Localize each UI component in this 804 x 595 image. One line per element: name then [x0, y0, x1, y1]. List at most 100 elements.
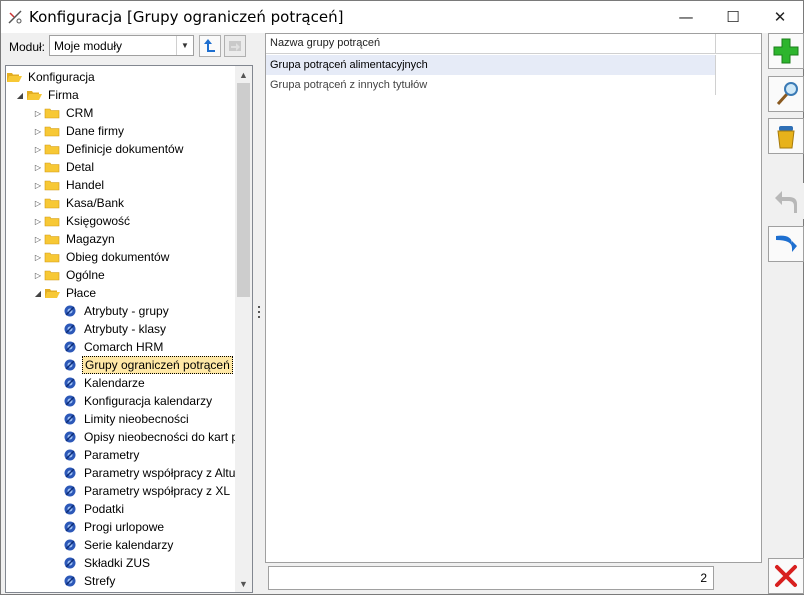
undo-icon: [775, 191, 797, 213]
expand-icon[interactable]: ▷: [32, 266, 44, 284]
settings-leaf-icon: [62, 321, 78, 337]
table-row[interactable]: Grupa potrąceń z innych tytułów: [266, 75, 716, 95]
tree-item[interactable]: Konfiguracja: [6, 68, 97, 86]
tree-item[interactable]: ▷ Ogólne: [32, 266, 107, 284]
table-row[interactable]: Grupa potrąceń alimentacyjnych: [266, 55, 716, 75]
tree-item-label: Atrybuty - klasy: [84, 322, 167, 336]
settings-leaf-icon: [62, 429, 78, 445]
folder-icon: [44, 159, 60, 175]
edit-button[interactable]: [768, 76, 804, 112]
refresh-tree-button[interactable]: [199, 35, 221, 57]
forward-button[interactable]: [768, 226, 804, 262]
expand-icon[interactable]: ▷: [32, 212, 44, 230]
tree-item[interactable]: ▷ Definicje dokumentów: [32, 140, 185, 158]
folder-icon: [44, 249, 60, 265]
tree-item[interactable]: ▷ Obieg dokumentów: [32, 248, 171, 266]
tree-item[interactable]: ▷ Detal: [32, 158, 96, 176]
tree-item[interactable]: Serie kalendarzy: [50, 536, 175, 554]
settings-leaf-icon: [62, 555, 78, 571]
tree-item[interactable]: ▷ Kasa/Bank: [32, 194, 126, 212]
tree-item[interactable]: ◢ Firma: [14, 86, 81, 104]
scroll-thumb[interactable]: [237, 83, 250, 297]
tree-item-label: Serie kalendarzy: [84, 538, 174, 552]
folder-open-icon: [26, 87, 42, 103]
tree-item-label: Progi urlopowe: [84, 520, 165, 534]
minimize-icon: —: [678, 8, 694, 26]
tree-item[interactable]: Parametry: [50, 446, 141, 464]
close-button[interactable]: [768, 558, 804, 594]
settings-leaf-icon: [62, 303, 78, 319]
tree-item-label: Dane firmy: [66, 124, 125, 138]
settings-leaf-icon: [62, 447, 78, 463]
plus-icon: [773, 38, 799, 64]
tree-item[interactable]: Konfiguracja kalendarzy: [50, 392, 214, 410]
tree-item[interactable]: Parametry współpracy z Altum: [50, 464, 236, 482]
window-title: Konfiguracja [Grupy ograniczeń potrąceń]: [29, 8, 344, 26]
tree-item[interactable]: Składki ZUS: [50, 554, 152, 572]
record-count: 2: [268, 566, 714, 590]
minimize-button[interactable]: —: [663, 1, 709, 33]
tree-item-label: Handel: [66, 178, 105, 192]
expand-icon[interactable]: ▷: [32, 176, 44, 194]
tree-item[interactable]: Progi urlopowe: [50, 518, 166, 536]
tree-item[interactable]: Comarch HRM: [50, 338, 165, 356]
tree-item[interactable]: Atrybuty - klasy: [50, 320, 168, 338]
expand-icon[interactable]: ▷: [32, 140, 44, 158]
back-button[interactable]: [768, 183, 804, 219]
tree-item[interactable]: Podatki: [50, 500, 126, 518]
tree-scrollbar[interactable]: ▲ ▼: [235, 66, 252, 592]
chevron-down-icon[interactable]: ▼: [176, 36, 193, 55]
expand-icon[interactable]: ▷: [32, 104, 44, 122]
tree-item-label: Limity nieobecności: [84, 412, 189, 426]
scroll-down-icon[interactable]: ▼: [235, 575, 252, 592]
add-button[interactable]: [768, 33, 804, 69]
tree-item[interactable]: Strefy: [50, 572, 117, 590]
tree-item[interactable]: Atrybuty - grupy: [50, 302, 171, 320]
collapse-icon[interactable]: ◢: [14, 86, 26, 104]
groups-grid[interactable]: Nazwa grupy potrąceń Grupa potrąceń alim…: [265, 33, 762, 563]
maximize-button[interactable]: ☐: [710, 1, 756, 33]
refresh-arrow-icon: [204, 39, 215, 52]
tree-item-label: Ogólne: [66, 268, 105, 282]
splitter-handle[interactable]: [257, 306, 261, 320]
configuration-tree[interactable]: Konfiguracja ◢ Firma ▷ CRM ▷ Dane firmy ▷ Defini…: [5, 65, 253, 593]
tree-item-label: Księgowość: [66, 214, 131, 228]
scroll-up-icon[interactable]: ▲: [235, 66, 252, 83]
tree-item[interactable]: Limity nieobecności: [50, 410, 191, 428]
collapse-tree-button[interactable]: [224, 35, 246, 57]
expand-icon[interactable]: ▷: [32, 122, 44, 140]
tree-item[interactable]: Grupy ograniczeń potrąceń: [50, 356, 233, 374]
delete-button[interactable]: [768, 118, 804, 154]
module-select[interactable]: Moje moduły ▼: [49, 35, 194, 56]
tree-item[interactable]: ▷ Księgowość: [32, 212, 132, 230]
tree-item[interactable]: Kalendarze: [50, 374, 147, 392]
expand-icon[interactable]: ▷: [32, 194, 44, 212]
tree-item-label: Podatki: [84, 502, 125, 516]
tree-item-label: Magazyn: [66, 232, 115, 246]
expand-icon[interactable]: ▷: [32, 158, 44, 176]
tree-item[interactable]: ◢ Płace: [32, 284, 98, 302]
expand-icon[interactable]: ▷: [32, 230, 44, 248]
expand-icon[interactable]: ▷: [32, 248, 44, 266]
tree-item[interactable]: Parametry współpracy z XL: [50, 482, 232, 500]
column-header-name[interactable]: Nazwa grupy potrąceń: [266, 34, 716, 54]
tree-item[interactable]: ▷ Dane firmy: [32, 122, 126, 140]
collapse-icon[interactable]: ◢: [32, 284, 44, 302]
tree-item[interactable]: ▷ CRM: [32, 104, 95, 122]
tree-item[interactable]: ▷ Magazyn: [32, 230, 117, 248]
tree-item[interactable]: ▷ Handel: [32, 176, 106, 194]
disabled-action-icon: [229, 41, 241, 51]
tree-item-label: Konfiguracja kalendarzy: [84, 394, 213, 408]
close-window-button[interactable]: ✕: [757, 1, 803, 33]
app-config-icon: [8, 10, 22, 24]
tree-item-label: Konfiguracja: [28, 70, 95, 84]
tree-item[interactable]: Opisy nieobecności do kart p...: [50, 428, 236, 446]
settings-leaf-icon: [62, 411, 78, 427]
tree-item-label: Detal: [66, 160, 95, 174]
folder-icon: [44, 177, 60, 193]
